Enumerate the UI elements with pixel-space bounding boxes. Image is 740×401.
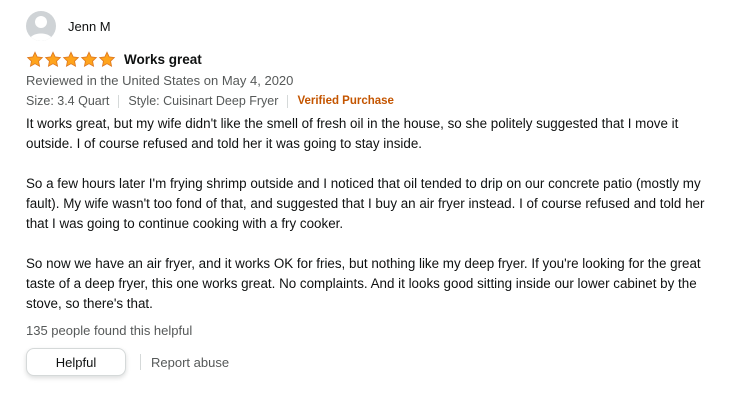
review-paragraph: So now we have an air fryer, and it work… <box>26 256 701 311</box>
star-icon <box>26 50 44 68</box>
star-rating[interactable] <box>26 50 116 68</box>
star-icon <box>80 50 98 68</box>
review-date: Reviewed in the United States on May 4, … <box>26 73 294 88</box>
reviewer-name[interactable]: Jenn M <box>68 19 111 34</box>
review-paragraph: It works great, but my wife didn't like … <box>26 116 679 151</box>
star-icon <box>98 50 116 68</box>
star-icon <box>62 50 80 68</box>
helpful-count: 135 people found this helpful <box>26 323 193 338</box>
review-actions: Helpful Report abuse <box>26 348 726 376</box>
review-title[interactable]: Works great <box>124 52 202 67</box>
review-card: Jenn M Works great Reviewed in the Unite… <box>26 8 726 376</box>
avatar <box>26 11 56 41</box>
variant-size[interactable]: Size: 3.4 Quart <box>26 92 109 110</box>
variant-style[interactable]: Style: Cuisinart Deep Fryer <box>128 92 278 110</box>
report-abuse-link[interactable]: Report abuse <box>151 355 229 370</box>
review-paragraph: So a few hours later I'm frying shrimp o… <box>26 176 705 231</box>
variant-info: Size: 3.4 Quart Style: Cuisinart Deep Fr… <box>26 92 726 110</box>
divider <box>118 94 120 108</box>
review-body: It works great, but my wife didn't like … <box>26 114 716 314</box>
reviewer-profile[interactable]: Jenn M <box>26 8 726 44</box>
helpful-button[interactable]: Helpful <box>26 348 126 376</box>
star-icon <box>44 50 62 68</box>
person-silhouette-icon <box>29 16 53 41</box>
divider <box>140 354 141 370</box>
divider <box>287 94 289 108</box>
verified-purchase-badge[interactable]: Verified Purchase <box>297 92 394 110</box>
rating-row: Works great <box>26 50 726 68</box>
